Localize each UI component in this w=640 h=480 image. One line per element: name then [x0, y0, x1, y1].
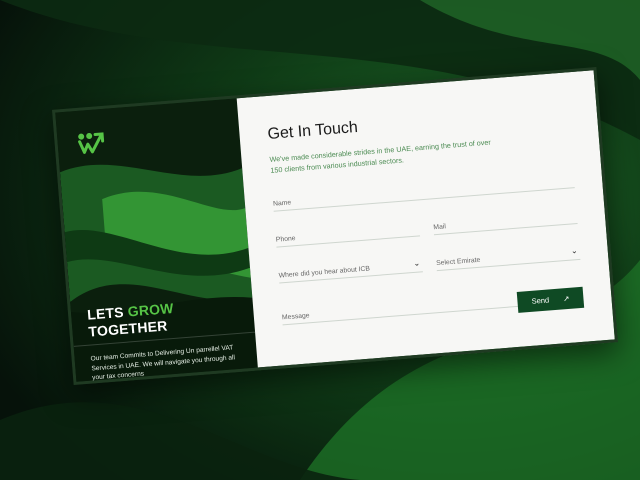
mail-placeholder: Mail — [433, 223, 447, 232]
contact-card: LETS GROW TOGETHER Our team Commits to D… — [52, 67, 618, 385]
name-placeholder: Name — [272, 199, 292, 208]
send-label: Send — [531, 295, 550, 306]
form-title: Get In Touch — [266, 118, 359, 143]
company-logo-icon — [78, 132, 105, 154]
phone-placeholder: Phone — [275, 235, 296, 244]
chevron-down-icon: ⌄ — [570, 246, 579, 256]
hear-about-select[interactable]: Where did you hear about ICB ⌄ — [277, 250, 423, 284]
emirate-select[interactable]: Select Emirate ⌄ — [435, 237, 581, 272]
form-subtitle: We've made considerable strides in the U… — [269, 137, 492, 175]
left-panel: LETS GROW TOGETHER Our team Commits to D… — [55, 98, 258, 382]
form-panel: Get In Touch We've made considerable str… — [236, 70, 615, 368]
phone-field[interactable]: Phone — [274, 214, 421, 248]
arrow-up-right-icon: ↗ — [562, 293, 570, 304]
headline-prefix: LETS — [86, 303, 129, 323]
mail-field[interactable]: Mail — [432, 202, 578, 236]
headline-accent: GROW — [127, 299, 175, 320]
headline: LETS GROW TOGETHER — [87, 300, 176, 341]
hear-placeholder: Where did you hear about ICB — [278, 265, 371, 280]
chevron-down-icon: ⌄ — [413, 258, 421, 268]
message-placeholder: Message — [281, 312, 310, 322]
send-button[interactable]: Send ↗ — [516, 286, 585, 313]
emirate-placeholder: Select Emirate — [435, 256, 481, 268]
